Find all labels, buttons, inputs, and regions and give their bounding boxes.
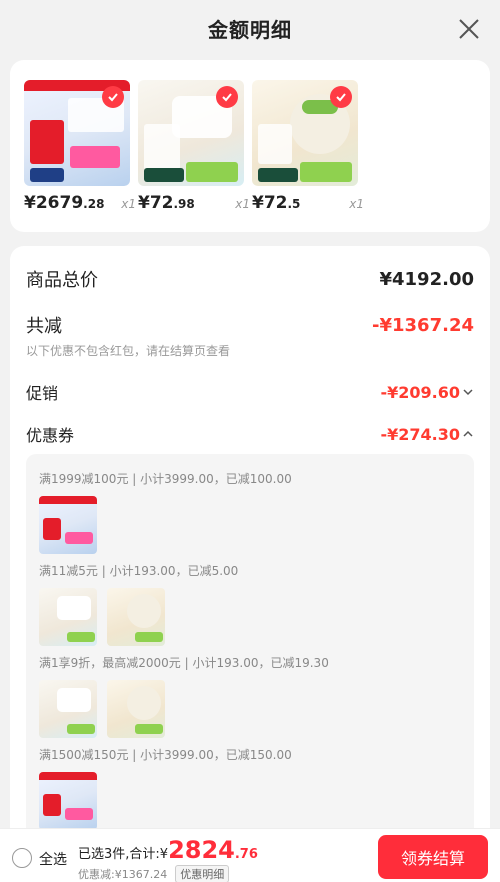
coupon-rule: 满1999减100元 | 小计3999.00，已减100.00 xyxy=(39,472,292,486)
product-image xyxy=(24,80,130,186)
promo-value: -¥209.60 xyxy=(380,382,460,402)
check-icon[interactable] xyxy=(216,86,238,108)
check-icon[interactable] xyxy=(102,86,124,108)
product-item[interactable]: ¥2679.28 x1 xyxy=(24,80,136,213)
product-item[interactable]: ¥72.5 x1 xyxy=(252,80,364,213)
product-quantity: x1 xyxy=(235,197,250,211)
close-icon[interactable] xyxy=(456,16,482,42)
chevron-down-icon[interactable] xyxy=(462,386,474,398)
checkout-button[interactable]: 领券结算 xyxy=(378,835,488,879)
promo-row[interactable]: 促销 -¥209.60 xyxy=(26,380,474,404)
total-reduce-row: 共减 -¥1367.24 xyxy=(26,312,474,338)
product-price: ¥72.98 xyxy=(138,193,195,213)
coupon-label: 优惠券 xyxy=(26,426,75,445)
discount-text: 优惠减:¥1367.24 xyxy=(78,868,168,881)
coupon-product-image xyxy=(39,588,97,646)
page-title: 金额明细 xyxy=(208,18,292,42)
total-reduce-value: -¥1367.24 xyxy=(372,314,474,336)
discount-summary: 优惠减:¥1367.24 优惠明细 xyxy=(78,865,230,882)
coupon-product-image xyxy=(39,496,97,554)
goods-total-row: 商品总价 ¥4192.00 xyxy=(26,266,474,292)
chevron-up-icon[interactable] xyxy=(462,428,474,440)
product-item[interactable]: ¥72.98 x1 xyxy=(138,80,250,213)
coupon-value-wrap: -¥274.30 xyxy=(380,425,474,444)
total-decimal: .76 xyxy=(234,847,258,862)
coupon-product-image xyxy=(39,680,97,738)
coupon-value: -¥274.30 xyxy=(380,424,460,444)
check-icon[interactable] xyxy=(330,86,352,108)
amount-detail-card: 商品总价 ¥4192.00 共减 -¥1367.24 以下优惠不包含红包，请在结… xyxy=(10,246,490,882)
page-header: 金额明细 xyxy=(0,0,500,58)
reduce-note: 以下优惠不包含红包，请在结算页查看 xyxy=(26,344,231,358)
select-all-label[interactable]: 全选 xyxy=(39,849,67,869)
product-quantity: x1 xyxy=(121,197,136,211)
product-quantity: x1 xyxy=(349,197,364,211)
coupon-rule: 满1享9折，最高减2000元 | 小计193.00，已减19.30 xyxy=(39,656,329,670)
selection-summary: 已选3件,合计:¥2824.76 xyxy=(78,836,258,864)
coupon-rule: 满1500减150元 | 小计3999.00，已减150.00 xyxy=(39,748,292,762)
coupon-detail-box: 满1999减100元 | 小计3999.00，已减100.00 满11减5元 |… xyxy=(26,454,474,882)
coupon-product-image xyxy=(107,680,165,738)
coupon-rule: 满11减5元 | 小计193.00，已减5.00 xyxy=(39,564,239,578)
checkout-bar: 全选 已选3件,合计:¥2824.76 优惠减:¥1367.24 优惠明细 领券… xyxy=(0,828,500,882)
product-price: ¥2679.28 xyxy=(24,193,105,213)
coupon-product-image xyxy=(107,588,165,646)
summary-prefix: 已选3件,合计:¥ xyxy=(78,847,169,862)
goods-total-label: 商品总价 xyxy=(26,270,98,291)
promo-value-wrap: -¥209.60 xyxy=(380,383,474,402)
product-image xyxy=(252,80,358,186)
product-price: ¥72.5 xyxy=(252,193,301,213)
product-list-card: ¥2679.28 x1 ¥72.98 x1 ¥72.5 x1 xyxy=(10,60,490,232)
discount-detail-tag[interactable]: 优惠明细 xyxy=(175,865,230,882)
total-amount: 2824 xyxy=(168,836,235,864)
radio-icon[interactable] xyxy=(12,848,32,868)
promo-label: 促销 xyxy=(26,384,59,403)
product-image xyxy=(138,80,244,186)
coupon-row[interactable]: 优惠券 -¥274.30 xyxy=(26,422,474,446)
total-reduce-label: 共减 xyxy=(26,316,62,337)
coupon-product-image xyxy=(39,772,97,830)
goods-total-value: ¥4192.00 xyxy=(379,268,474,290)
